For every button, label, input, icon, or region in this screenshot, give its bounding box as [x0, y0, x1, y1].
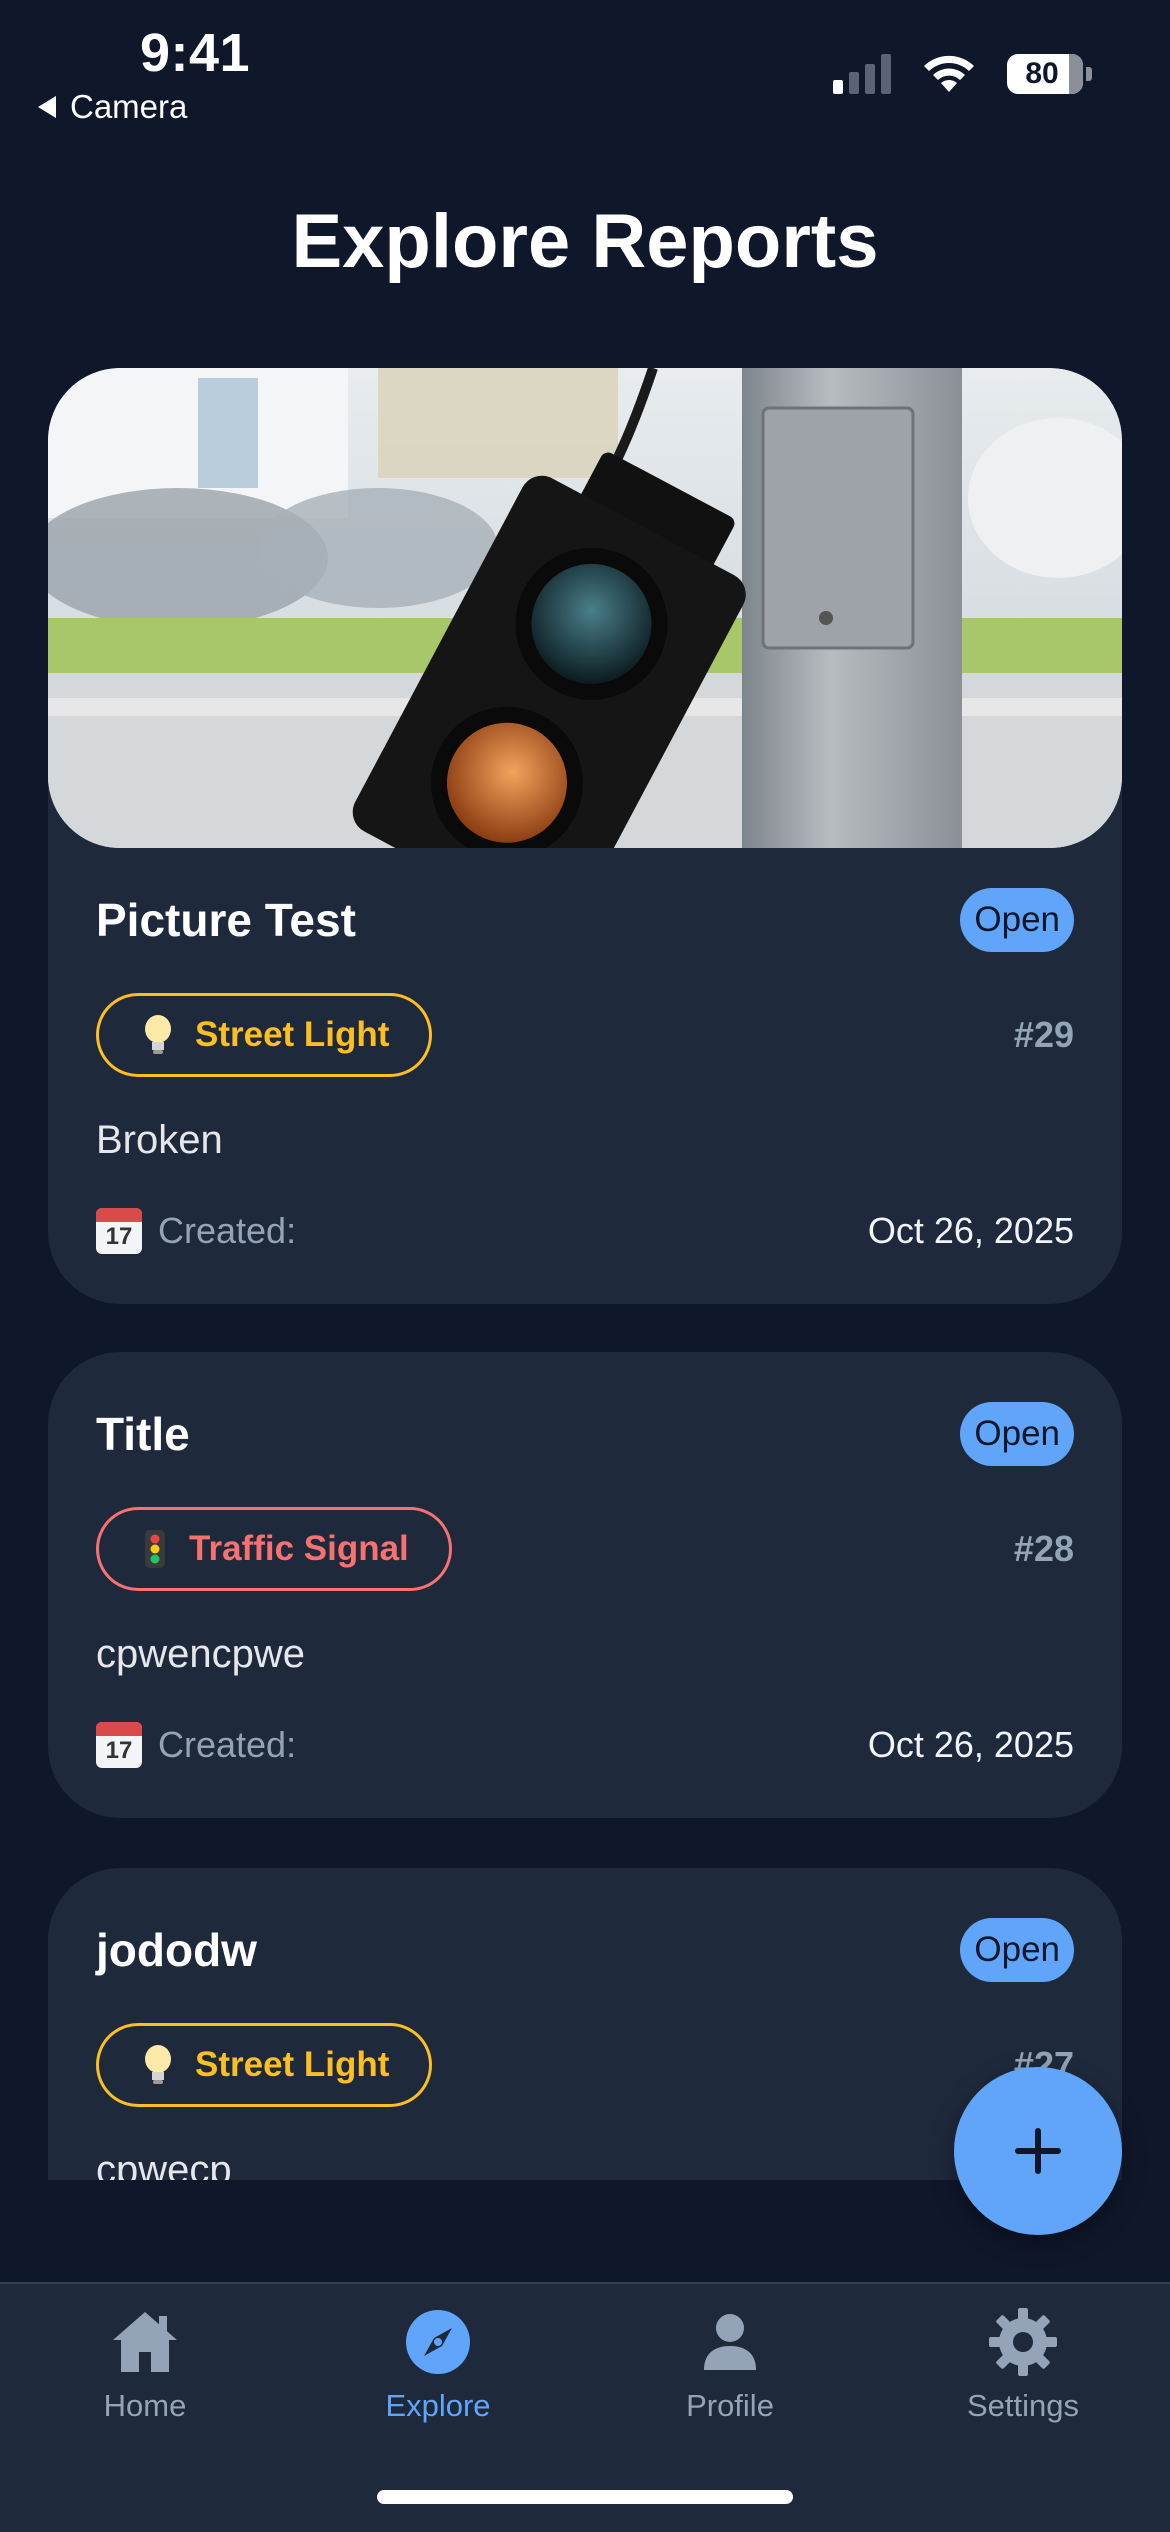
tab-label: Profile: [686, 2388, 774, 2423]
report-description: cpwecp: [96, 2148, 232, 2180]
lightbulb-icon: [145, 2045, 171, 2084]
tab-label: Settings: [966, 2388, 1079, 2423]
report-id: #28: [1013, 1528, 1074, 1569]
report-created-row: 17 Created: Oct 26, 2025: [96, 1722, 1074, 1768]
report-header: Picture Test Open: [96, 888, 1074, 952]
created-label: Created:: [158, 1210, 297, 1251]
status-indicators: 80: [833, 54, 1092, 94]
gear-icon: [989, 2308, 1057, 2376]
reports-feed[interactable]: Picture Test Open Street Light #29 Broke…: [48, 368, 1122, 2180]
report-card[interactable]: Picture Test Open Street Light #29 Broke…: [48, 368, 1122, 1304]
report-title: Picture Test: [96, 894, 356, 946]
category-label: Traffic Signal: [189, 1529, 409, 1568]
compass-icon: [406, 2310, 470, 2374]
status-time: 9:41: [140, 23, 251, 83]
status-badge: Open: [960, 888, 1074, 952]
report-category-row: Street Light #29: [96, 993, 1074, 1077]
cellular-signal-icon: [833, 54, 891, 94]
report-category-row: Traffic Signal #28: [96, 1507, 1074, 1591]
report-card[interactable]: Title Open Traffic Signal #28 cpwencpwe: [48, 1352, 1122, 1818]
explore-screen: 9:41 Camera 80 Explore Reports Picture T…: [0, 0, 1170, 2532]
report-description: Broken: [96, 1118, 223, 1162]
created-date: Oct 26, 2025: [867, 1724, 1074, 1765]
tab-settings[interactable]: Settings: [913, 2306, 1133, 2424]
home-icon: [113, 2312, 177, 2372]
calendar-icon: 17: [96, 1722, 142, 1768]
tab-profile[interactable]: Profile: [620, 2306, 840, 2424]
back-triangle-icon: [38, 96, 56, 118]
report-header: jododw Open: [96, 1918, 1074, 1982]
wifi-icon: [924, 55, 974, 92]
add-report-button[interactable]: [954, 2067, 1122, 2235]
report-category-row: Street Light #27: [96, 2023, 1074, 2107]
battery-level: 80: [1025, 57, 1059, 90]
created-date: Oct 26, 2025: [867, 1210, 1074, 1251]
created-label: Created:: [158, 1724, 297, 1765]
traffic-light-icon: [145, 1530, 165, 1568]
status-badge: Open: [960, 1918, 1074, 1982]
tab-label: Explore: [385, 2388, 491, 2423]
category-label: Street Light: [195, 2045, 390, 2084]
back-to-camera-button[interactable]: Camera: [38, 88, 187, 126]
tab-label: Home: [103, 2388, 187, 2423]
lightbulb-icon: [145, 1015, 171, 1054]
report-title: Title: [96, 1408, 190, 1460]
home-indicator: [377, 2490, 793, 2504]
report-created-row: 17 Created: Oct 26, 2025: [96, 1208, 1074, 1254]
traffic-light-photo: [48, 368, 1122, 848]
calendar-icon: 17: [96, 1208, 142, 1254]
person-icon: [704, 2314, 756, 2370]
category-chip-street-light[interactable]: Street Light: [96, 2023, 433, 2107]
back-label: Camera: [70, 88, 188, 125]
report-title: jododw: [96, 1924, 257, 1976]
battery-icon: 80: [1007, 54, 1092, 94]
report-header: Title Open: [96, 1402, 1074, 1466]
category-chip-traffic-signal[interactable]: Traffic Signal: [96, 1507, 452, 1591]
tab-home[interactable]: Home: [35, 2306, 255, 2424]
report-description: cpwencpwe: [96, 1632, 306, 1676]
category-chip-street-light[interactable]: Street Light: [96, 993, 433, 1077]
page-title: Explore Reports: [291, 199, 879, 284]
status-badge: Open: [960, 1402, 1074, 1466]
report-id: #29: [1013, 1014, 1074, 1055]
category-label: Street Light: [195, 1015, 390, 1054]
tab-explore[interactable]: Explore: [328, 2306, 548, 2424]
report-photo: [48, 368, 1122, 848]
